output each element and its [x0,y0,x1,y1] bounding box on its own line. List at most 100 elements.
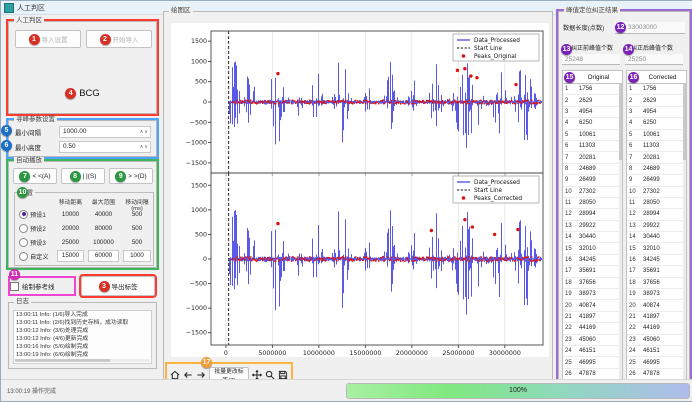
table-row[interactable]: 34954 [563,107,622,118]
table-row[interactable]: 2546995 [627,357,686,368]
preset-row[interactable]: 预设22000080000500 [15,221,153,235]
table-row[interactable]: 1027302 [563,187,622,198]
peak-value: 41897 [576,314,622,320]
table-row[interactable]: 1532010 [563,243,622,254]
table-row[interactable]: 926499 [563,175,622,186]
progress-bar: 100% [346,383,690,399]
table-row[interactable]: 824689 [563,164,622,175]
table-row[interactable]: 11756 [563,84,622,95]
peak-value: 41897 [640,314,686,320]
table-row[interactable]: 510061 [627,130,686,141]
table-row[interactable]: 1532010 [627,243,686,254]
min-height-spinner[interactable]: 0.50 ∧∨ [59,141,151,153]
table-row[interactable]: 1329922 [627,221,686,232]
corrected-peaks-table[interactable]: 16 Corrected 117562262934954462505100616… [626,70,687,380]
table-row[interactable]: 1735691 [563,266,622,277]
preset-radio[interactable] [19,238,28,247]
pause-button[interactable]: 8 | |(S) [61,168,105,184]
table-row[interactable]: 46250 [627,118,686,129]
import-settings-button[interactable]: 1 导入设置 [15,30,81,48]
spinner-arrows-icon[interactable]: ∧∨ [140,129,150,135]
data-length-row: 数据长度(点数) 12 33003000 [563,21,685,34]
table-row[interactable]: 1430440 [563,232,622,243]
table-row[interactable]: 11756 [627,84,686,95]
preset-radio[interactable] [19,252,28,261]
table-row[interactable]: 22629 [627,95,686,106]
after-count-value[interactable]: 25250 [625,54,683,65]
draw-refline-checkbox[interactable] [10,282,19,291]
corrected-table-scrollbar[interactable] [683,83,686,379]
peak-value: 38973 [576,291,622,297]
table-row[interactable]: 611303 [627,141,686,152]
preset-value-input[interactable]: 60000 [88,250,119,262]
preset-radio[interactable] [19,210,28,219]
original-table-scrollbar[interactable] [619,83,622,379]
table-row[interactable]: 2040874 [627,300,686,311]
table-row[interactable]: 1329922 [563,221,622,232]
table-row[interactable]: 2141897 [563,312,622,323]
table-row[interactable]: 1837656 [563,278,622,289]
table-row[interactable]: 1430440 [627,232,686,243]
spinner-arrows-icon[interactable]: ∧∨ [140,144,150,150]
start-import-button[interactable]: 2 开始导入 [86,30,152,48]
data-length-field[interactable]: 12 33003000 [615,22,685,34]
draw-refline-row[interactable]: 11 绘制参考线 [10,278,74,294]
table-row[interactable]: 824689 [627,164,686,175]
table-row[interactable]: 1634245 [627,255,686,266]
preset-row[interactable]: 预设325000100000500 [15,235,153,249]
peak-value: 45060 [576,337,622,343]
row-index: 13 [627,223,640,229]
table-row[interactable]: 2546995 [563,357,622,368]
annotation-badge-9: 9 [115,171,126,182]
table-row[interactable]: 1938973 [563,289,622,300]
table-row[interactable]: 1027302 [627,187,686,198]
table-row[interactable]: 1938973 [627,289,686,300]
table-row[interactable]: 2345060 [627,335,686,346]
preset-row[interactable]: 自定义15000600001000 [15,249,153,263]
table-row[interactable]: 1735691 [627,266,686,277]
original-peaks-table[interactable]: 15 Original 1175622629349544625051006161… [562,70,623,380]
export-labels-button[interactable]: 3 导出标签 [81,276,155,296]
peak-value: 47878 [640,371,686,377]
table-row[interactable]: 2244169 [627,323,686,334]
table-row[interactable]: 22629 [563,95,622,106]
table-row[interactable]: 720281 [627,152,686,163]
table-row[interactable]: 1837656 [627,278,686,289]
table-row[interactable]: 2141897 [627,312,686,323]
preset-value: 80000 [86,225,121,232]
table-row[interactable]: 1128050 [627,198,686,209]
table-row[interactable]: 2244169 [563,323,622,334]
table-row[interactable]: 720281 [563,152,622,163]
preset-row[interactable]: 预设11000040000500 [15,207,153,221]
table-row[interactable]: 2446151 [627,346,686,357]
table-row[interactable]: 1128050 [563,198,622,209]
table-row[interactable]: 2446151 [563,346,622,357]
table-row[interactable]: 2040874 [563,300,622,311]
annotation-badge-17: 17 [201,357,212,368]
table-row[interactable]: 46250 [563,118,622,129]
table-row[interactable]: 34954 [627,107,686,118]
move-left-button[interactable]: 7 < <(A) [13,168,57,184]
move-right-button[interactable]: 9 > >(D) [109,168,153,184]
table-row[interactable]: 1228994 [627,209,686,220]
log-box[interactable]: 13:00:11 Info: (1/6)导入完成13:00:11 Info: (… [13,310,152,364]
table-row[interactable]: 1634245 [563,255,622,266]
preset-radio[interactable] [19,224,28,233]
peak-value: 32010 [576,246,622,252]
peak-value: 35691 [640,268,686,274]
table-row[interactable]: 926499 [627,175,686,186]
peak-value: 10061 [576,132,622,138]
log-hscrollbar[interactable] [15,359,150,362]
table-row[interactable]: 611303 [563,141,622,152]
table-row[interactable]: 2345060 [563,335,622,346]
before-count-label: 纠正前峰值个数 [571,43,613,52]
preset-value-input[interactable]: 15000 [57,250,84,262]
before-count-value[interactable]: 25248 [562,54,620,65]
peak-value: 20281 [640,155,686,161]
table-row[interactable]: 1228994 [563,209,622,220]
signal-type-label: BCG [79,88,100,99]
preset-value-input[interactable]: 1000 [123,250,151,262]
table-row[interactable]: 510061 [563,130,622,141]
min-interval-spinner[interactable]: 1000.00 ∧∨ [59,126,151,138]
signal-charts[interactable] [171,23,549,357]
